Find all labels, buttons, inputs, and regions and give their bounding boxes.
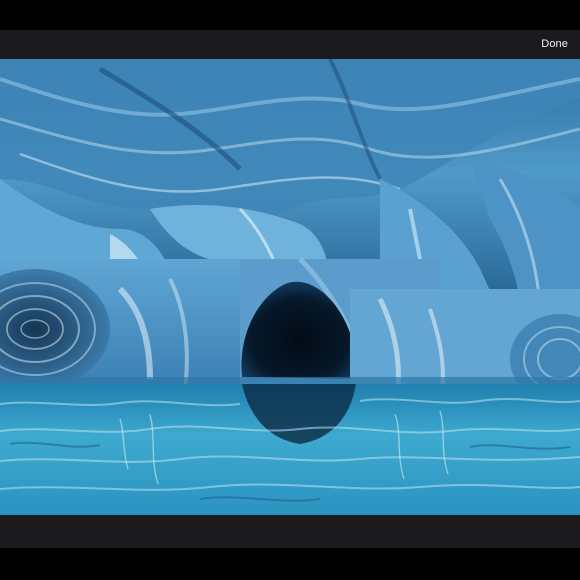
done-button[interactable]: Done <box>541 30 568 59</box>
bottom-toolbar <box>0 515 580 548</box>
photo-marble-cave <box>0 59 580 515</box>
bottom-strip <box>0 548 580 580</box>
status-strip <box>0 0 580 30</box>
top-toolbar: Done <box>0 30 580 59</box>
photo-viewer[interactable] <box>0 59 580 515</box>
